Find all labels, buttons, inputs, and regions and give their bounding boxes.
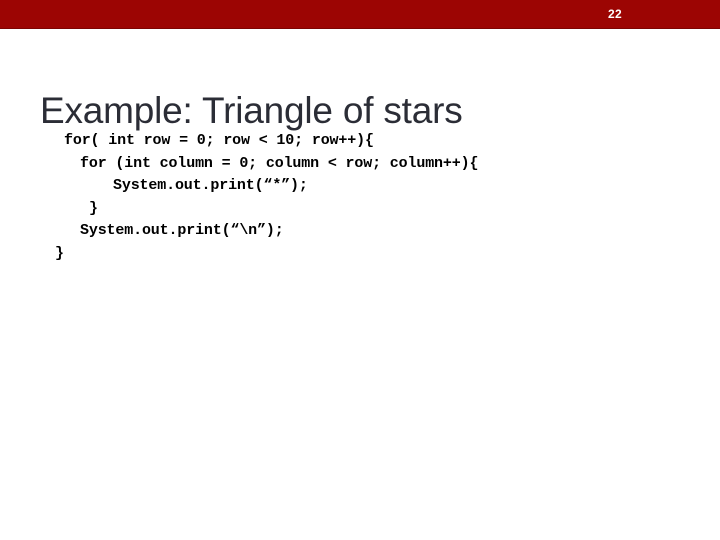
code-line: for (int column = 0; column < row; colum…: [80, 154, 479, 172]
header-bar: 22: [0, 0, 720, 29]
code-line: System.out.print(“*”);: [113, 177, 308, 194]
code-block: for( int row = 0; row < 10; row++){ for …: [0, 130, 720, 265]
code-line: }: [89, 199, 98, 217]
slide: 22 Example: Triangle of stars for( int r…: [0, 0, 720, 540]
code-line: System.out.print(“\n”);: [80, 222, 284, 239]
page-number: 22: [608, 7, 622, 21]
page-title: Example: Triangle of stars: [40, 89, 463, 131]
code-line: for( int row = 0; row < 10; row++){: [64, 132, 374, 149]
code-line: }: [55, 244, 64, 262]
